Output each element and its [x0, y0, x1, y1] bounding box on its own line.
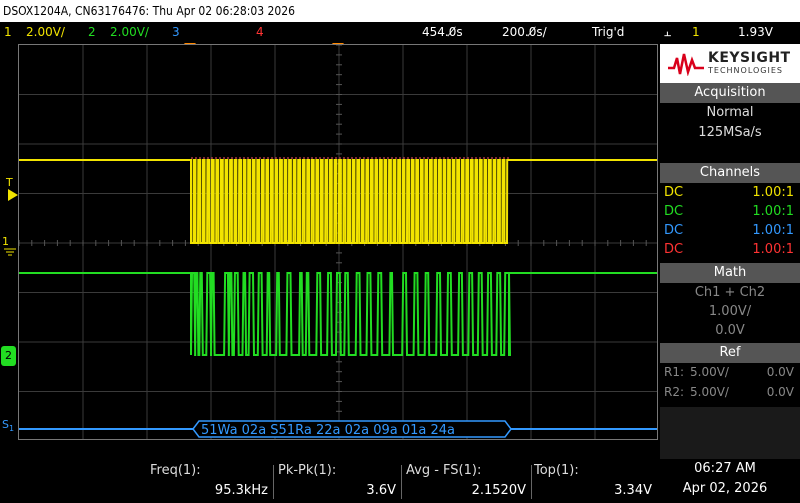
- measurement-avg-label: Avg - FS(1):: [406, 463, 482, 478]
- measurement-divider: [273, 465, 274, 499]
- ref-2-name: R2:: [664, 385, 685, 399]
- measurement-divider: [531, 465, 532, 499]
- trigger-level[interactable]: 1.93V: [738, 22, 773, 42]
- keysight-logo: KEYSIGHT TECHNOLOGIES: [660, 44, 800, 84]
- channels-section: DC 1.00:1 DC 1.00:1 DC 1.00:1 DC 1.00:1: [660, 183, 800, 263]
- measurement-pkpk-label: Pk-Pk(1):: [278, 463, 337, 478]
- measurement-bar: Freq(1): 95.3kHz Pk-Pk(1): 3.6V Avg - FS…: [0, 459, 800, 503]
- math-scale: 1.00V/: [708, 304, 752, 319]
- ch2-ground-marker[interactable]: 2: [1, 346, 16, 366]
- measurement-top[interactable]: Top(1): 3.34V: [534, 463, 656, 501]
- time-scale[interactable]: 200.0̸s/: [502, 22, 547, 42]
- ref-2-scale: 5.00V/: [690, 385, 729, 399]
- ref-1-name: R1:: [664, 365, 685, 379]
- channel-3-coupling: DC: [664, 223, 684, 238]
- measurement-pkpk[interactable]: Pk-Pk(1): 3.6V: [278, 463, 400, 501]
- measurement-divider: [401, 465, 402, 499]
- measurement-freq-label: Freq(1):: [150, 463, 201, 478]
- ref-header[interactable]: Ref: [660, 343, 800, 363]
- serial-decode-text: 51Wa 02a S51Ra 22a 02a 09a 01a 24a: [201, 423, 455, 438]
- waveform-display[interactable]: 51Wa 02a S51Ra 22a 02a 09a 01a 24a: [18, 44, 658, 440]
- ch3-number[interactable]: 3: [172, 22, 180, 42]
- keysight-wave-icon: [668, 53, 704, 76]
- measurement-avg[interactable]: Avg - FS(1): 2.1520V: [406, 463, 530, 501]
- clock-date: Apr 02, 2026: [682, 481, 768, 496]
- channel-4-ratio: 1.00:1: [752, 242, 794, 257]
- status-bar: 1 2.00V/ 2 2.00V/ 3 4 454.0̸s 200.0̸s/ T…: [0, 22, 800, 42]
- measurement-top-value: 3.34V: [614, 483, 652, 498]
- waveform-canvas: 51Wa 02a S51Ra 22a 02a 09a 01a 24a: [19, 45, 657, 439]
- math-section: Ch1 + Ch2 1.00V/ 0.0V: [660, 283, 800, 343]
- channel-2-ratio: 1.00:1: [752, 204, 794, 219]
- channel-2-coupling: DC: [664, 204, 684, 219]
- trigger-source[interactable]: 1: [692, 22, 700, 42]
- side-panel: KEYSIGHT TECHNOLOGIES Acquisition Normal…: [660, 44, 800, 459]
- acquisition-rate: 125MSa/s: [698, 125, 762, 140]
- clock-time: 06:27 AM: [694, 461, 756, 476]
- ref-1-scale: 5.00V/: [690, 365, 729, 379]
- logo-title: KEYSIGHT: [708, 50, 791, 66]
- trigger-level-marker[interactable]: T: [6, 176, 13, 189]
- ch1-ground-icon: [4, 248, 16, 256]
- ch1-number[interactable]: 1: [4, 22, 12, 42]
- channel-1-ratio: 1.00:1: [752, 185, 794, 200]
- ch4-number[interactable]: 4: [256, 22, 264, 42]
- trigger-edge-icon: ⫠: [664, 25, 672, 39]
- ch2-scale[interactable]: 2.00V/: [110, 22, 149, 42]
- channel-4-coupling: DC: [664, 242, 684, 257]
- measurement-pkpk-value: 3.6V: [366, 483, 396, 498]
- channel-3-ratio: 1.00:1: [752, 223, 794, 238]
- ch1-waveform: [19, 159, 657, 244]
- ref-1-offset: 0.0V: [766, 365, 794, 379]
- measurement-avg-value: 2.1520V: [471, 483, 526, 498]
- time-delay[interactable]: 454.0̸s: [422, 22, 463, 42]
- trigger-status: Trig'd: [592, 25, 625, 39]
- ref-section: R1: 5.00V/ 0.0V R2: 5.00V/ 0.0V: [660, 363, 800, 407]
- measurement-freq-value: 95.3kHz: [214, 483, 268, 498]
- serial-marker-sub: 1: [8, 424, 15, 434]
- acquisition-section: Normal 125MSa/s: [660, 103, 800, 163]
- measurement-top-label: Top(1):: [534, 463, 579, 478]
- measurement-freq[interactable]: Freq(1): 95.3kHz: [150, 463, 272, 501]
- ch2-number[interactable]: 2: [88, 22, 96, 42]
- acquisition-mode: Normal: [706, 105, 754, 120]
- serial-marker-label: S: [2, 418, 9, 431]
- window-title: DSOX1204A, CN63176476: Thu Apr 02 06:28:…: [0, 0, 800, 22]
- ref-2-offset: 0.0V: [766, 385, 794, 399]
- math-expression: Ch1 + Ch2: [694, 285, 766, 300]
- ch1-ground-marker[interactable]: 1: [2, 235, 9, 248]
- logo-subtitle: TECHNOLOGIES: [708, 66, 783, 75]
- serial-marker[interactable]: S1: [2, 418, 14, 433]
- ch1-scale[interactable]: 2.00V/: [26, 22, 65, 42]
- math-offset: 0.0V: [715, 323, 745, 338]
- channels-header[interactable]: Channels: [660, 163, 800, 183]
- channel-1-coupling: DC: [664, 185, 684, 200]
- acquisition-header[interactable]: Acquisition: [660, 83, 800, 103]
- trigger-level-arrow-icon: [8, 189, 18, 201]
- math-header[interactable]: Math: [660, 263, 800, 283]
